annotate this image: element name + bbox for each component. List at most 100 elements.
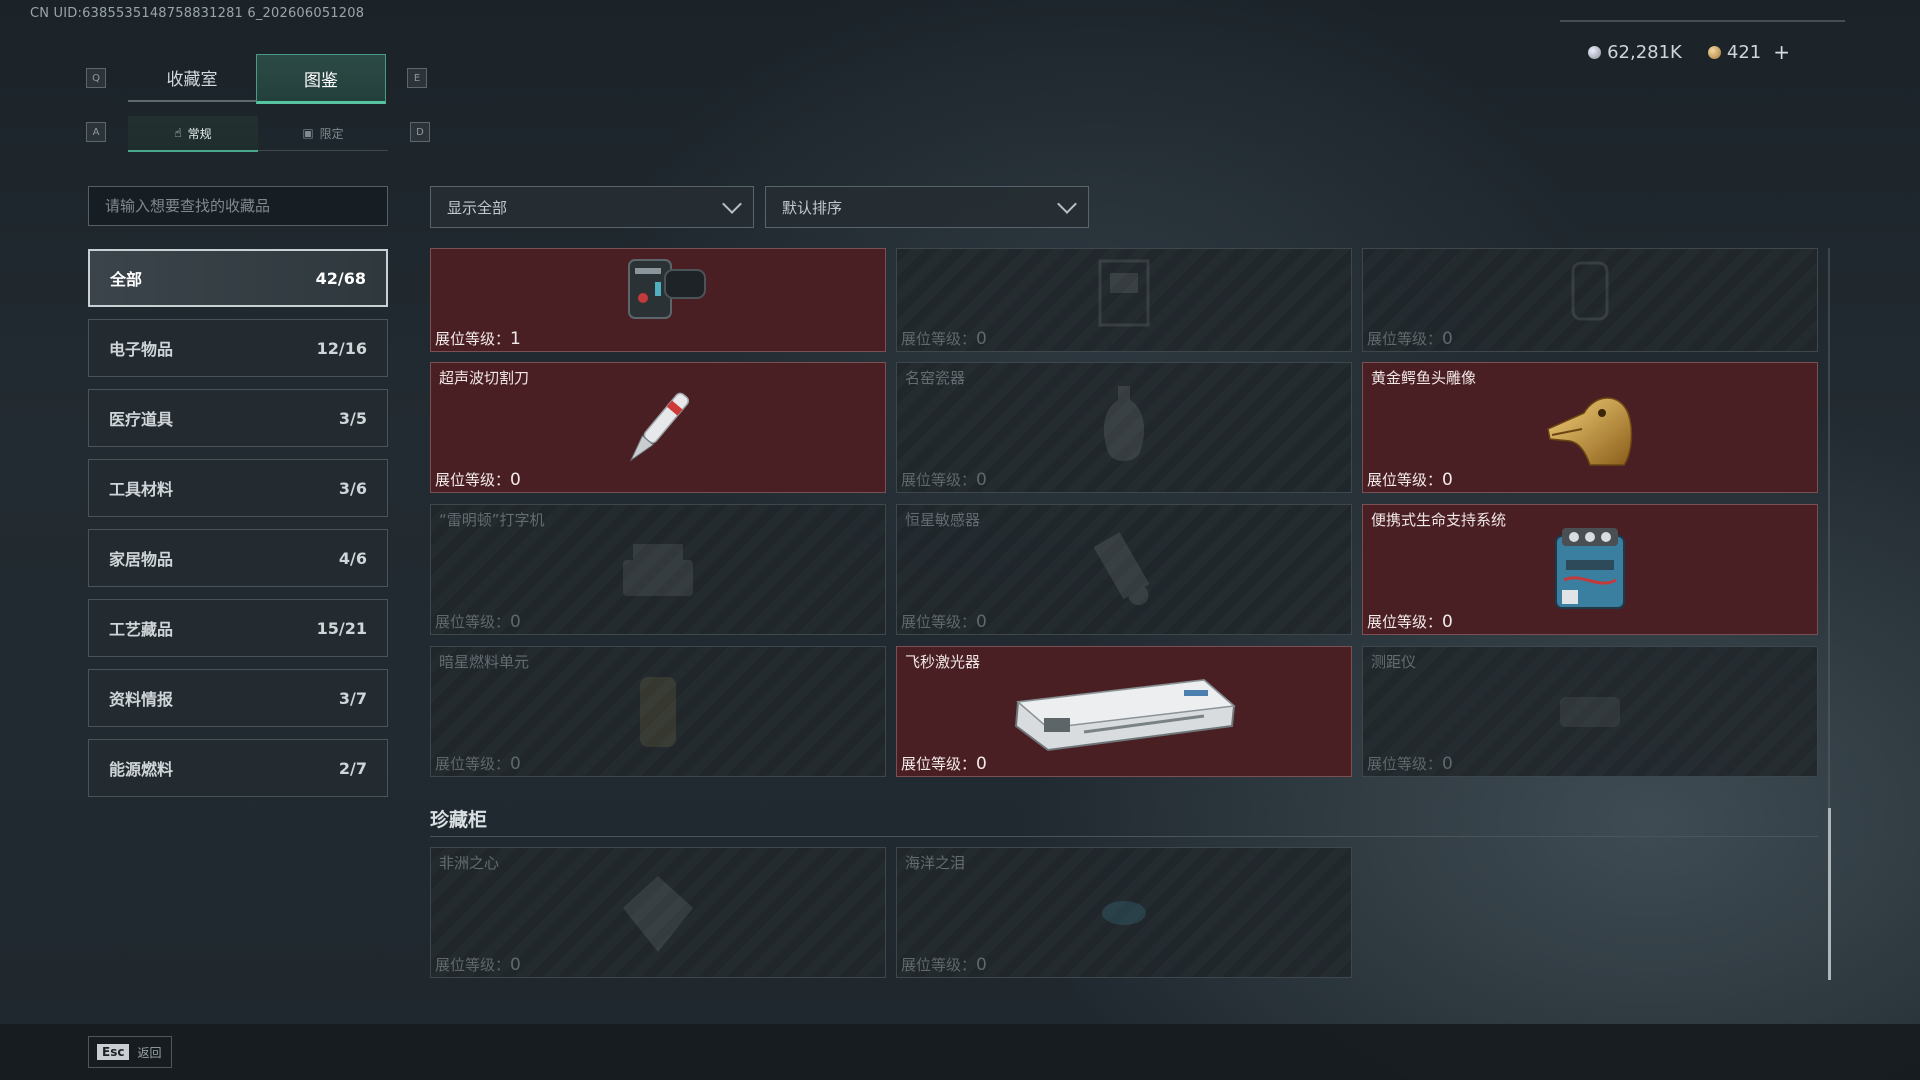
filter-dropdown-value: 显示全部: [447, 198, 508, 217]
main-tabs: 收藏室 图鉴: [128, 54, 386, 104]
category-label: 能源燃料: [109, 760, 174, 779]
item-card[interactable]: 展位等级：1: [430, 248, 886, 352]
item-name: 恒星敏感器: [905, 511, 981, 529]
booth-level-label: 展位等级：: [435, 330, 511, 348]
item-card[interactable]: 超声波切割刀 展位等级：0: [430, 362, 886, 493]
booth-level-value: 0: [1442, 754, 1453, 774]
category-item-energy[interactable]: 能源燃料 2/7: [88, 739, 388, 797]
category-item-household[interactable]: 家居物品 4/6: [88, 529, 388, 587]
item-card[interactable]: 名窑瓷器 展位等级：0: [896, 362, 1352, 493]
item-grid: 展位等级：1 展位等级：0 展位等级：0 超声波切割刀 展位等级：0 名窑瓷器: [430, 248, 1818, 778]
item-card[interactable]: 非洲之心 展位等级：0: [430, 847, 886, 978]
scrollbar-thumb[interactable]: [1828, 808, 1831, 980]
key-hint-d: D: [410, 122, 430, 142]
sort-dropdown-value: 默认排序: [782, 198, 843, 217]
silver-coin-icon: [1588, 45, 1602, 59]
ultrasonic-knife-icon: [629, 392, 690, 462]
vault-section-title: 珍藏柜: [430, 809, 488, 831]
category-item-medical[interactable]: 医疗道具 3/5: [88, 389, 388, 447]
lantern-icon: [1571, 261, 1609, 321]
booth-level-label: 展位等级：: [901, 471, 977, 489]
booth-level: 展位等级：0: [901, 611, 987, 632]
tab-codex[interactable]: 图鉴: [256, 54, 386, 104]
key-hint-a: A: [86, 122, 106, 142]
booth-level-label: 展位等级：: [901, 613, 977, 631]
gold-coin-icon: [1707, 45, 1721, 59]
tab-collection-room[interactable]: 收藏室: [128, 54, 256, 102]
item-card[interactable]: 海洋之泪 展位等级：0: [896, 847, 1352, 978]
subtab-limited[interactable]: ▣ 限定: [258, 116, 388, 151]
add-currency-button[interactable]: +: [1773, 40, 1790, 64]
category-item-electronics[interactable]: 电子物品 12/16: [88, 319, 388, 377]
gold-amount: 421: [1726, 41, 1762, 63]
booth-level-value: 0: [1442, 329, 1453, 349]
booth-level-value: 0: [976, 612, 987, 632]
category-count: 15/21: [316, 618, 367, 638]
fuel-cell-icon: [640, 676, 676, 747]
hand-icon: ☝: [174, 126, 182, 140]
booth-level: 展位等级：0: [435, 954, 521, 975]
rangefinder-icon: [1560, 696, 1620, 727]
booth-level-value: 0: [976, 754, 987, 774]
key-hint-e: E: [407, 68, 427, 88]
booth-level: 展位等级：0: [901, 954, 987, 975]
category-label: 工艺藏品: [109, 620, 174, 639]
subtab-regular[interactable]: ☝ 常规: [128, 116, 258, 152]
booth-level-value: 0: [510, 470, 521, 490]
press-machine-icon: [1098, 259, 1150, 327]
booth-level: 展位等级：0: [435, 753, 521, 774]
back-button[interactable]: Esc 返回: [88, 1036, 173, 1068]
booth-level: 展位等级：0: [901, 753, 987, 774]
category-count: 3/7: [338, 688, 367, 708]
item-name: 超声波切割刀: [439, 369, 530, 387]
category-item-all[interactable]: 全部 42/68: [88, 249, 388, 307]
category-item-tools[interactable]: 工具材料 3/6: [88, 459, 388, 517]
booth-level: 展位等级：0: [1367, 611, 1453, 632]
porcelain-vase-icon: [1103, 385, 1145, 461]
item-card[interactable]: “雷明顿”打字机 展位等级：0: [430, 504, 886, 635]
item-card[interactable]: 展位等级：0: [896, 248, 1352, 352]
back-label: 返回: [137, 1045, 162, 1060]
item-name: “雷明顿”打字机: [439, 511, 545, 529]
booth-level-label: 展位等级：: [901, 956, 977, 974]
category-label: 全部: [110, 270, 143, 289]
booth-level-value: 0: [510, 612, 521, 632]
search-input[interactable]: [88, 186, 388, 226]
category-count: 3/5: [338, 408, 367, 428]
booth-level: 展位等级：1: [435, 328, 521, 349]
item-card[interactable]: 展位等级：0: [1362, 248, 1818, 352]
item-card[interactable]: 黄金鳄鱼头雕像 展位等级：0: [1362, 362, 1818, 493]
booth-level-label: 展位等级：: [901, 755, 977, 773]
category-label: 医疗道具: [109, 410, 174, 429]
category-item-crafts[interactable]: 工艺藏品 15/21: [88, 599, 388, 657]
filter-dropdown[interactable]: 显示全部: [430, 186, 754, 228]
booth-level-value: 0: [976, 470, 987, 490]
item-card[interactable]: 测距仪 展位等级：0: [1362, 646, 1818, 777]
item-card[interactable]: 飞秒激光器 展位等级：0: [896, 646, 1352, 777]
booth-level: 展位等级：0: [435, 611, 521, 632]
sort-dropdown[interactable]: 默认排序: [765, 186, 1089, 228]
booth-level: 展位等级：0: [435, 469, 521, 490]
item-name: 名窑瓷器: [905, 369, 966, 387]
sub-tabs: ☝ 常规 ▣ 限定: [128, 116, 388, 152]
typewriter-icon: [623, 543, 693, 596]
femto-laser-icon: [1014, 678, 1236, 751]
booth-level-label: 展位等级：: [1367, 330, 1443, 348]
star-sensor-icon: [1093, 531, 1150, 605]
item-card[interactable]: 便携式生命支持系统 展位等级：0: [1362, 504, 1818, 635]
subtab-regular-label: 常规: [187, 126, 212, 141]
category-count: 3/6: [338, 478, 367, 498]
vault-grid: 非洲之心 展位等级：0 海洋之泪 展位等级：0: [430, 847, 1818, 981]
chevron-down-icon: [1057, 194, 1077, 214]
booth-level-value: 1: [510, 329, 521, 349]
item-name: 便携式生命支持系统: [1371, 511, 1507, 529]
booth-level: 展位等级：0: [1367, 328, 1453, 349]
item-card[interactable]: 恒星敏感器 展位等级：0: [896, 504, 1352, 635]
booth-level-label: 展位等级：: [435, 471, 511, 489]
chevron-down-icon: [722, 194, 742, 214]
item-name: 测距仪: [1371, 653, 1417, 671]
uid-label: CN UID:6385535148758831281 6_20260605120…: [30, 6, 365, 21]
item-card[interactable]: 暗星燃料单元 展位等级：0: [430, 646, 886, 777]
category-item-intel[interactable]: 资料情报 3/7: [88, 669, 388, 727]
booth-level-value: 0: [510, 955, 521, 975]
